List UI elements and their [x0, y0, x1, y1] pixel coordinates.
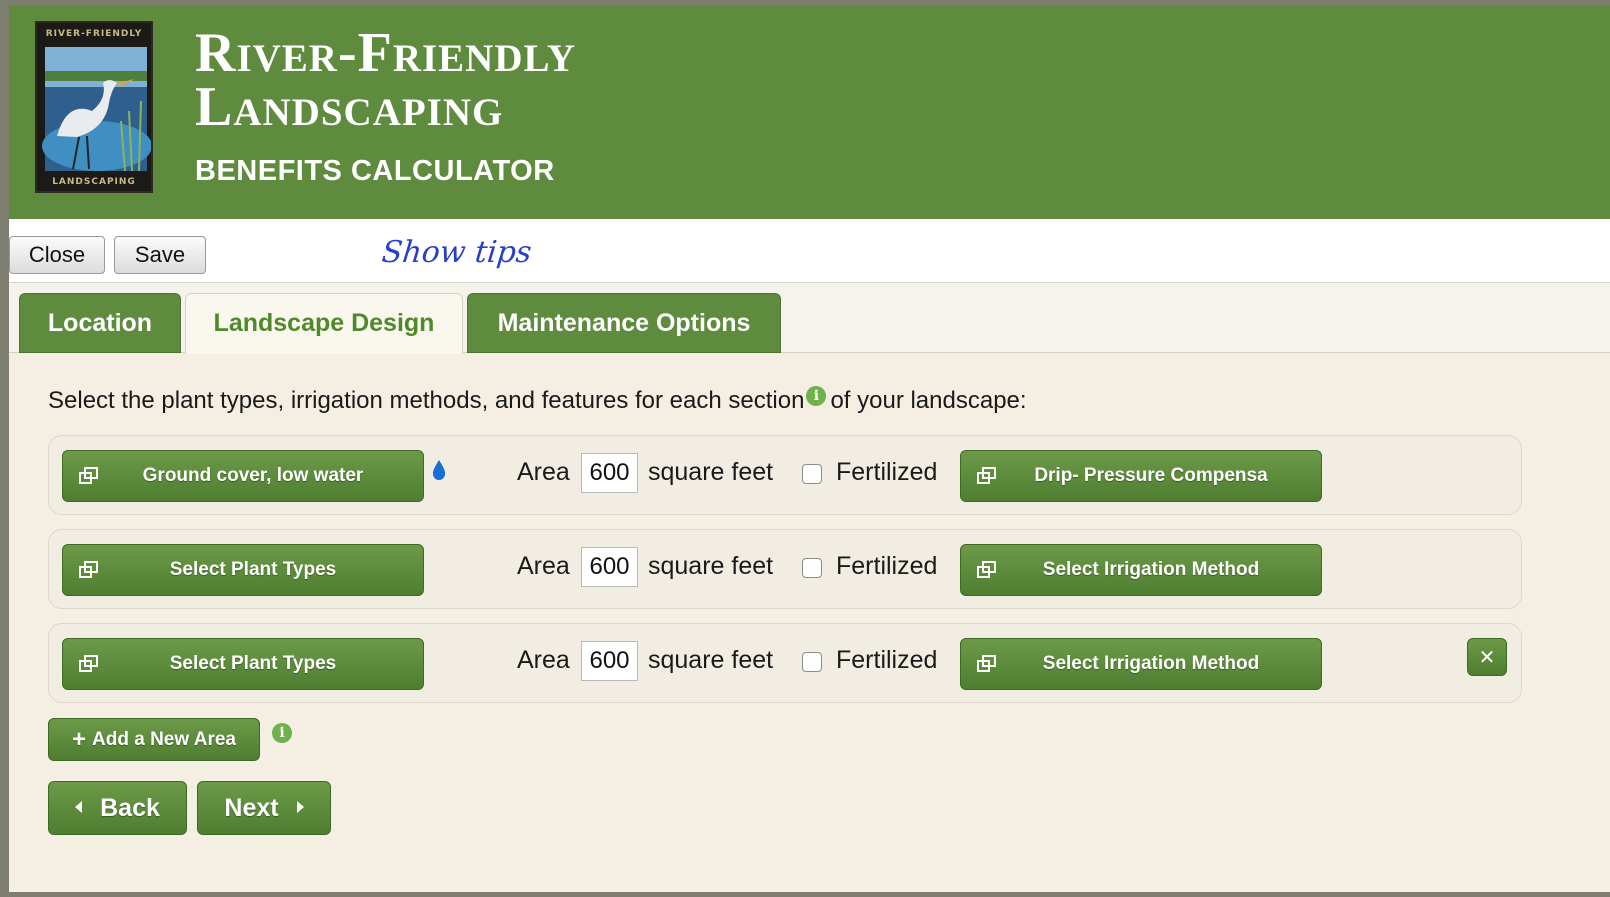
popup-icon	[977, 655, 996, 672]
irrigation-label: Drip- Pressure Compensa	[1034, 465, 1268, 486]
select-irrigation-method-button[interactable]: Select Irrigation Method	[960, 544, 1322, 596]
logo: RIVER-FRIENDLY LANDSCAPING	[35, 21, 153, 193]
back-button[interactable]: Back	[48, 781, 187, 835]
app-frame: RIVER-FRIENDLY LANDSCAPING River-Friendl…	[9, 5, 1610, 892]
close-icon: ✕	[1478, 645, 1496, 669]
area-row: Select Plant Types Area 600 square feet …	[48, 623, 1522, 703]
popup-icon	[79, 467, 98, 484]
fertilized-label: Fertilized	[836, 458, 938, 486]
irrigation-label: Select Irrigation Method	[1042, 559, 1260, 580]
water-drop-icon	[432, 460, 446, 480]
area-input[interactable]: 600	[581, 641, 638, 681]
plant-type-label: Ground cover, low water	[142, 465, 364, 486]
tab-landscape-design[interactable]: Landscape Design	[185, 293, 463, 354]
show-tips-link[interactable]: Show tips	[380, 235, 533, 270]
tab-location[interactable]: Location	[19, 293, 181, 353]
fertilized-label: Fertilized	[836, 552, 938, 580]
next-label: Next	[224, 794, 279, 822]
header-banner: RIVER-FRIENDLY LANDSCAPING River-Friendl…	[9, 5, 1610, 219]
arrow-left-icon	[75, 801, 83, 813]
area-input[interactable]: 600	[581, 453, 638, 493]
select-plant-types-button[interactable]: Ground cover, low water	[62, 450, 424, 502]
unit-label: square feet	[648, 458, 774, 486]
close-button[interactable]: Close	[9, 236, 105, 274]
app-subtitle: BENEFITS CALCULATOR	[195, 155, 555, 187]
arrow-right-icon	[296, 801, 304, 813]
heron-logo-icon	[42, 47, 151, 172]
select-plant-types-button[interactable]: Select Plant Types	[62, 638, 424, 690]
area-input[interactable]: 600	[581, 547, 638, 587]
plus-icon: +	[72, 726, 87, 753]
toolbar: Close Save Show tips	[9, 219, 1610, 283]
select-irrigation-method-button[interactable]: Select Irrigation Method	[960, 638, 1322, 690]
area-row: Select Plant Types Area 600 square feet …	[48, 529, 1522, 609]
select-plant-types-button[interactable]: Select Plant Types	[62, 544, 424, 596]
app-title-line1: River-Friendly	[195, 22, 577, 84]
unit-label: square feet	[648, 646, 774, 674]
info-icon[interactable]: i	[272, 723, 292, 743]
area-label: Area	[517, 458, 570, 486]
fertilized-checkbox[interactable]	[802, 652, 822, 672]
add-area-label: Add a New Area	[92, 729, 236, 750]
popup-icon	[79, 655, 98, 672]
remove-area-button[interactable]: ✕	[1467, 638, 1507, 676]
fertilized-label: Fertilized	[836, 646, 938, 674]
instructions-after: of your landscape:	[830, 387, 1027, 414]
popup-icon	[79, 561, 98, 578]
area-label: Area	[517, 646, 570, 674]
irrigation-label: Select Irrigation Method	[1042, 653, 1260, 674]
popup-icon	[977, 561, 996, 578]
tab-maintenance-options[interactable]: Maintenance Options	[467, 293, 781, 353]
instructions-text: Select the plant types, irrigation metho…	[48, 386, 1027, 415]
select-irrigation-method-button[interactable]: Drip- Pressure Compensa	[960, 450, 1322, 502]
logo-top-text: RIVER-FRIENDLY	[45, 29, 143, 39]
plant-type-label: Select Plant Types	[169, 653, 337, 674]
area-row: Ground cover, low water Area 600 square …	[48, 435, 1522, 515]
next-button[interactable]: Next	[197, 781, 331, 835]
logo-bottom-text: LANDSCAPING	[52, 177, 136, 187]
fertilized-checkbox[interactable]	[802, 558, 822, 578]
unit-label: square feet	[648, 552, 774, 580]
area-label: Area	[517, 552, 570, 580]
back-label: Back	[100, 794, 160, 822]
app-title-line2: Landscaping	[195, 76, 504, 138]
instructions-before: Select the plant types, irrigation metho…	[48, 387, 805, 414]
add-new-area-button[interactable]: + Add a New Area	[48, 718, 260, 761]
tab-bar: Location Landscape Design Maintenance Op…	[9, 283, 1610, 354]
info-icon[interactable]: i	[806, 386, 827, 406]
save-button[interactable]: Save	[114, 236, 206, 274]
popup-icon	[977, 467, 996, 484]
plant-type-label: Select Plant Types	[169, 559, 337, 580]
fertilized-checkbox[interactable]	[802, 464, 822, 484]
